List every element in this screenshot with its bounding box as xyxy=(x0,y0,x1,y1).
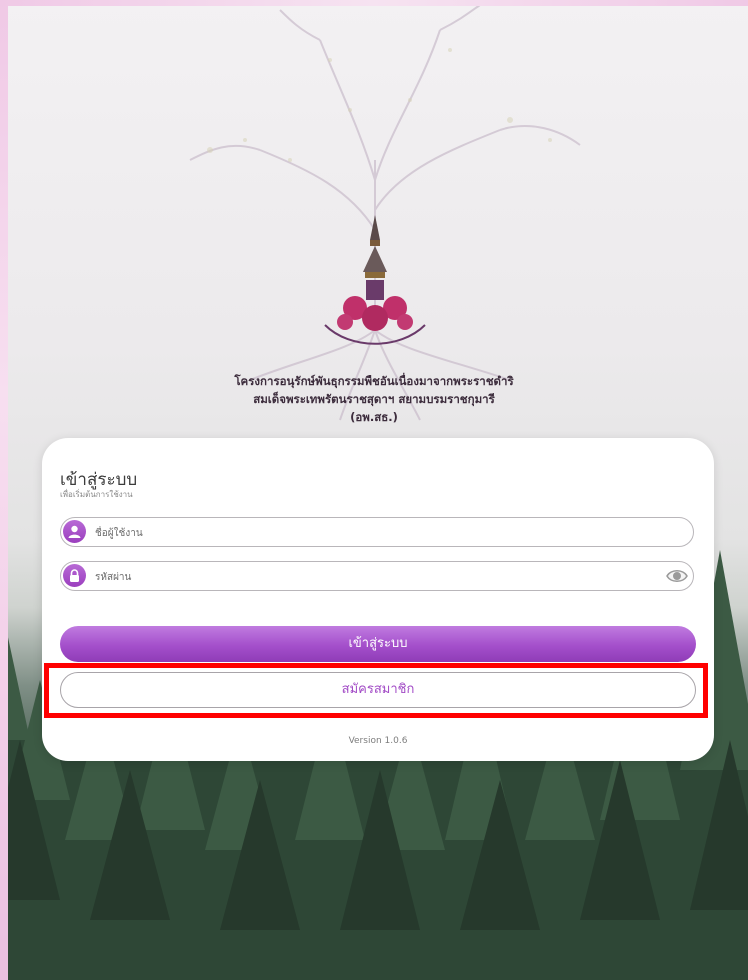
register-highlight-box xyxy=(44,663,708,718)
organization-line-2: สมเด็จพระเทพรัตนราชสุดาฯ สยามบรมราชกุมาร… xyxy=(253,392,495,406)
royal-emblem-logo xyxy=(324,215,426,345)
organization-name: โครงการอนุรักษ์พันธุกรรมพืชอันเนื่องมาจา… xyxy=(174,372,574,426)
eye-icon[interactable] xyxy=(665,565,689,587)
organization-line-1: โครงการอนุรักษ์พันธุกรรมพืชอันเนื่องมาจา… xyxy=(234,374,514,388)
organization-line-3: (อพ.สธ.) xyxy=(350,410,398,424)
login-subtitle: เพื่อเริ่มต้นการใช้งาน xyxy=(60,490,133,499)
pink-frame-top xyxy=(0,0,748,6)
username-input[interactable] xyxy=(93,521,657,545)
password-input[interactable] xyxy=(93,565,657,589)
password-field[interactable] xyxy=(60,561,694,591)
username-field[interactable] xyxy=(60,517,694,547)
version-label: Version 1.0.6 xyxy=(348,736,408,746)
user-icon xyxy=(63,520,86,543)
pink-frame-left xyxy=(0,0,8,980)
lock-icon xyxy=(63,564,86,587)
login-button[interactable]: เข้าสู่ระบบ xyxy=(60,626,696,662)
